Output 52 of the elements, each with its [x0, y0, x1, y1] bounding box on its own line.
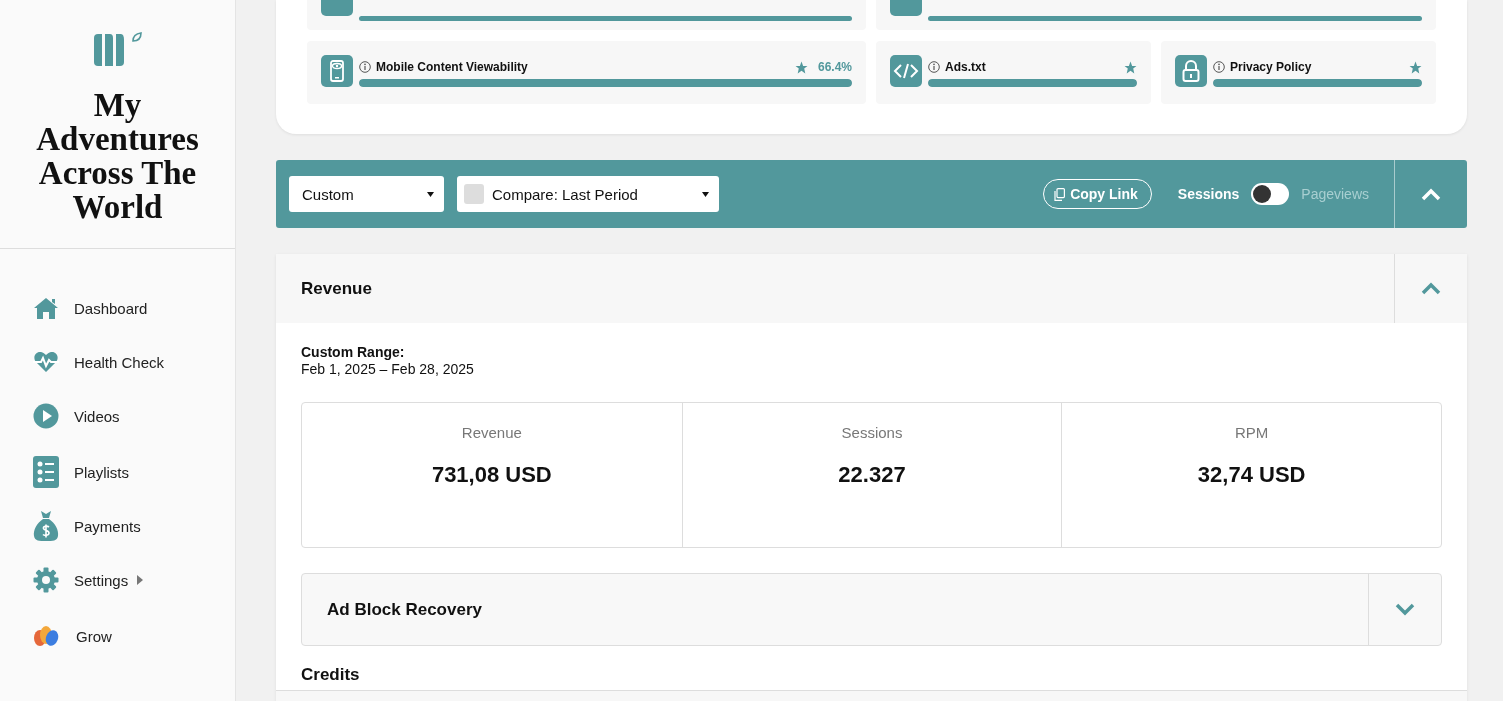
- caret-down-icon: [702, 191, 709, 197]
- list-icon: [33, 456, 59, 488]
- petals-icon: [33, 625, 59, 647]
- chevron-down-icon: [1395, 603, 1415, 616]
- nav-item[interactable]: Videos: [32, 399, 235, 433]
- section-title: Ad Block Recovery: [327, 599, 483, 620]
- info-icon: [359, 61, 371, 73]
- nav-item[interactable]: Health Check: [32, 345, 235, 379]
- heartbeat-icon: [33, 351, 59, 373]
- play-circle-icon: [33, 403, 59, 429]
- nav-item[interactable]: Dashboard: [32, 291, 235, 325]
- info-icon: [1213, 61, 1225, 73]
- gear-icon: [33, 567, 59, 593]
- check-label: Mobile Content Viewability: [376, 60, 529, 74]
- copy-icon: [1054, 187, 1066, 201]
- credits-heading: Credits: [301, 665, 361, 686]
- star-icon: [1409, 60, 1422, 74]
- date-range: Feb 1, 2025 – Feb 28, 2025: [301, 361, 475, 377]
- phone-eye-icon: [321, 55, 353, 87]
- code-icon: [890, 55, 922, 87]
- toggle-label: Sessions: [1177, 186, 1240, 202]
- stat-value: 22.327: [838, 462, 906, 488]
- caret-down-icon: [427, 191, 434, 197]
- site-title: My Adventures Across The World: [35, 88, 200, 224]
- compare-dropdown[interactable]: Compare: Last Period: [457, 176, 719, 212]
- stat-label: RPM: [1235, 424, 1269, 441]
- stat-label: Revenue: [461, 424, 522, 441]
- nav-item[interactable]: Grow: [32, 619, 235, 653]
- stat-value: 731,08 USD: [431, 462, 552, 488]
- chevron-up-icon: [1421, 187, 1441, 201]
- house-icon: [33, 296, 59, 320]
- chevron-up-icon: [1421, 282, 1441, 295]
- check-label: Privacy Policy: [1230, 60, 1313, 74]
- logo-icon: [92, 32, 143, 68]
- range-label: Custom Range:: [301, 344, 406, 360]
- panel-title: Revenue: [301, 278, 373, 299]
- stat-value: 32,74 USD: [1197, 462, 1306, 488]
- check-label: Ads.txt: [945, 60, 987, 74]
- toggle-label: Pageviews: [1301, 186, 1369, 202]
- info-icon: [928, 61, 940, 73]
- compare-checkbox[interactable]: [464, 184, 484, 204]
- star-icon: [794, 60, 808, 74]
- nav-item[interactable]: Payments: [32, 509, 235, 543]
- metric-toggle[interactable]: [1251, 183, 1290, 205]
- score-text: 66.4%: [817, 60, 852, 74]
- padlock-icon: [1175, 55, 1207, 87]
- money-bag-icon: [33, 510, 59, 542]
- stat-label: Sessions: [841, 424, 903, 441]
- nav-item[interactable]: Settings: [32, 563, 235, 597]
- nav-item[interactable]: Playlists: [32, 455, 235, 489]
- star-icon: [1124, 60, 1137, 74]
- range-dropdown[interactable]: Custom: [289, 176, 444, 212]
